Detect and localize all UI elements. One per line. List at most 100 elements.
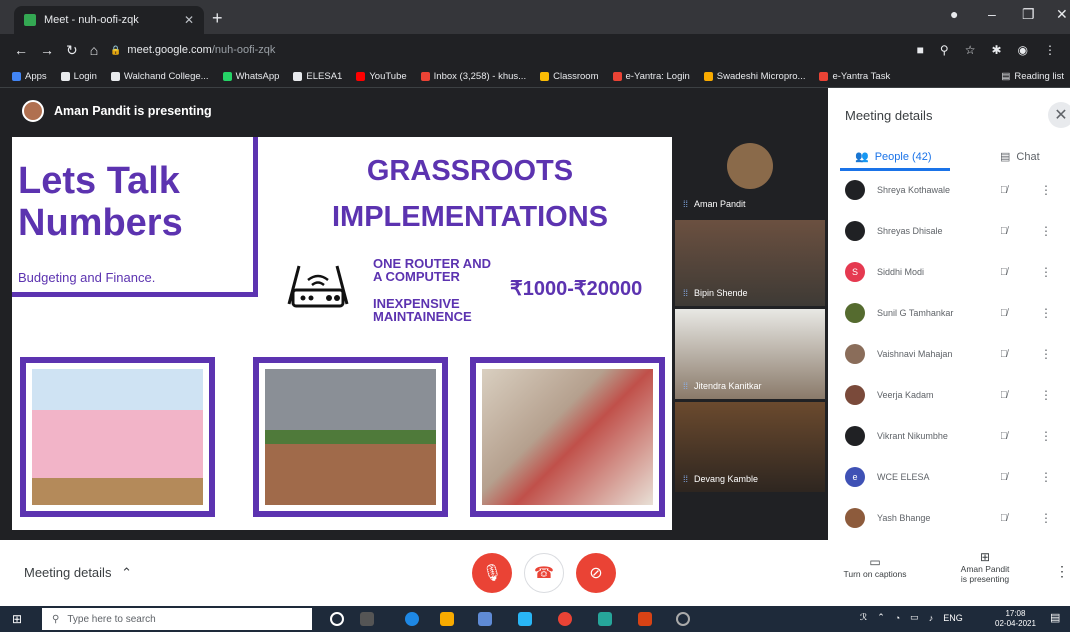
url-field[interactable]: 🔒 meet.google.com/nuh-oofi-zqk bbox=[110, 39, 871, 61]
more-options-icon[interactable]: ⋮ bbox=[1040, 511, 1052, 525]
participant-row[interactable]: Veerja Kadam 🎙̸ ⋮ bbox=[845, 380, 1055, 410]
chrome-icon[interactable] bbox=[558, 612, 572, 626]
notifications-icon[interactable]: ▤ bbox=[1050, 611, 1060, 624]
tab-chat[interactable]: ▤ Chat bbox=[1000, 150, 1040, 164]
battery-icon[interactable]: ▭ bbox=[910, 612, 919, 623]
more-options-icon[interactable]: ⋮ bbox=[1040, 470, 1052, 484]
participant-row[interactable]: Sunil G Tamhankar 🎙̸ ⋮ bbox=[845, 298, 1055, 328]
camera-icon[interactable]: ■ bbox=[917, 43, 924, 57]
more-options-icon[interactable]: ⋮ bbox=[1040, 183, 1052, 197]
meeting-details-toggle[interactable]: Meeting details ⌃ bbox=[24, 565, 132, 581]
volume-icon[interactable]: ♪ bbox=[929, 613, 934, 623]
settings-icon[interactable] bbox=[676, 612, 690, 626]
leave-call-button[interactable]: ☎ bbox=[524, 553, 564, 593]
bookmark-item[interactable]: Classroom bbox=[540, 71, 599, 82]
mail-icon[interactable] bbox=[518, 612, 532, 626]
close-window-icon[interactable]: ✕ bbox=[1056, 6, 1068, 23]
participant-row[interactable]: Yash Bhange 🎙̸ ⋮ bbox=[845, 503, 1055, 533]
star-icon[interactable]: ☆ bbox=[965, 43, 976, 57]
more-options-icon[interactable]: ⋮ bbox=[1040, 306, 1052, 320]
mic-toggle-button[interactable]: 🎙 bbox=[472, 553, 512, 593]
language-indicator[interactable]: ENG bbox=[943, 613, 963, 623]
avatar-icon[interactable]: ◉ bbox=[1018, 43, 1028, 57]
participant-row[interactable]: S Siddhi Modi 🎙̸ ⋮ bbox=[845, 257, 1055, 287]
tab-title: Meet - nuh-oofi-zqk bbox=[44, 14, 139, 26]
captions-button[interactable]: ▭ Turn on captions bbox=[835, 555, 915, 579]
more-options-icon[interactable]: ⋮ bbox=[1040, 388, 1052, 402]
new-tab-button[interactable]: + bbox=[212, 8, 223, 29]
tab-people[interactable]: 👥 People (42) bbox=[855, 150, 932, 164]
tab-people-label: People (42) bbox=[874, 150, 932, 163]
url-host: meet.google.com bbox=[127, 44, 212, 56]
windows-start-icon[interactable]: ⊞ bbox=[12, 612, 22, 626]
system-tray: ℛ ⌃ ◔ ▭ ♪ ENG bbox=[860, 612, 963, 623]
close-panel-icon[interactable]: ✕ bbox=[1048, 102, 1070, 128]
bookmark-item[interactable]: e-Yantra Task bbox=[819, 71, 890, 82]
edge-icon[interactable] bbox=[405, 612, 419, 626]
bookmark-item[interactable]: ELESA1 bbox=[293, 71, 342, 82]
camera-toggle-button[interactable]: ⊘ bbox=[576, 553, 616, 593]
tile-label: ⁞⁞ Aman Pandit bbox=[683, 199, 746, 209]
participant-avatar bbox=[845, 180, 865, 200]
tab-chat-label: Chat bbox=[1016, 150, 1040, 163]
task-view-icon[interactable] bbox=[360, 612, 374, 626]
participant-name: Veerja Kadam bbox=[877, 390, 934, 400]
profile-icon[interactable]: ● bbox=[950, 6, 958, 22]
back-icon[interactable]: ← bbox=[14, 42, 28, 58]
zoom-icon[interactable]: ⚲ bbox=[940, 43, 949, 57]
video-tile-3[interactable]: ⁞⁞ Jitendra Kanitkar bbox=[675, 309, 825, 399]
cortana-icon[interactable] bbox=[330, 612, 344, 626]
more-options-icon[interactable]: ⋮ bbox=[1040, 429, 1052, 443]
toolbar-icons: ■ ⚲ ☆ ✱ ◉ ⋮ bbox=[917, 43, 1070, 57]
network-icon[interactable]: ◔ bbox=[895, 613, 900, 623]
app-icon[interactable] bbox=[598, 612, 612, 626]
participant-row[interactable]: Shreya Kothawale 🎙̸ ⋮ bbox=[845, 175, 1055, 205]
present-now-button[interactable]: ⊞ Aman Pandit is presenting bbox=[950, 550, 1020, 584]
forward-icon[interactable]: → bbox=[40, 42, 54, 58]
participant-row[interactable]: Vaishnavi Mahajan 🎙̸ ⋮ bbox=[845, 339, 1055, 369]
reload-icon[interactable]: ↻ bbox=[66, 42, 78, 59]
bookmark-item[interactable]: Apps bbox=[12, 71, 47, 82]
slide-left-title: Lets Talk Numbers bbox=[18, 160, 183, 244]
more-options-icon[interactable]: ⋮ bbox=[1040, 347, 1052, 361]
slide-photo-field bbox=[253, 357, 448, 517]
panel-title: Meeting details bbox=[845, 108, 933, 123]
bookmark-item[interactable]: Inbox (3,258) - khus... bbox=[420, 71, 526, 82]
reading-list-label: Reading list bbox=[1014, 71, 1064, 82]
bookmark-item[interactable]: Walchand College... bbox=[110, 71, 209, 82]
url-path: /nuh-oofi-zqk bbox=[211, 44, 276, 56]
reading-list-button[interactable]: ▤ Reading list bbox=[1001, 71, 1070, 82]
participant-name: Shreyas Dhisale bbox=[877, 226, 943, 236]
powerpoint-icon[interactable] bbox=[638, 612, 652, 626]
more-options-icon[interactable]: ⋮ bbox=[1040, 224, 1052, 238]
more-options-icon[interactable]: ⋮ bbox=[1055, 563, 1069, 580]
extensions-icon[interactable]: ✱ bbox=[991, 43, 1001, 57]
bookmark-item[interactable]: Swadeshi Micropro... bbox=[703, 71, 805, 82]
file-explorer-icon[interactable] bbox=[440, 612, 454, 626]
taskbar-search[interactable]: ⚲ Type here to search bbox=[42, 608, 312, 630]
bookmark-favicon-icon bbox=[703, 72, 713, 81]
menu-icon[interactable]: ⋮ bbox=[1044, 43, 1056, 57]
more-options-icon[interactable]: ⋮ bbox=[1040, 265, 1052, 279]
store-icon[interactable] bbox=[478, 612, 492, 626]
participant-row[interactable]: e WCE ELESA 🎙̸ ⋮ bbox=[845, 462, 1055, 492]
taskbar-clock[interactable]: 17:08 02-04-2021 bbox=[995, 609, 1036, 629]
participant-row[interactable]: Vikrant Nikumbhe 🎙̸ ⋮ bbox=[845, 421, 1055, 451]
bookmark-item[interactable]: Login bbox=[60, 71, 97, 82]
browser-tab[interactable]: Meet - nuh-oofi-zqk ✕ bbox=[14, 6, 204, 34]
video-tile-4[interactable]: ⁞⁞ Devang Kamble bbox=[675, 402, 825, 492]
close-tab-icon[interactable]: ✕ bbox=[184, 13, 194, 27]
bookmark-item[interactable]: WhatsApp bbox=[222, 71, 279, 82]
slide-price: ₹1000-₹20000 bbox=[510, 278, 643, 300]
bookmark-item[interactable]: e-Yantra: Login bbox=[612, 71, 690, 82]
bookmark-item[interactable]: YouTube bbox=[356, 71, 407, 82]
video-tile-1[interactable]: ⁞⁞ Aman Pandit bbox=[675, 137, 825, 217]
person-icon[interactable]: ℛ bbox=[860, 612, 867, 623]
chevron-up-icon[interactable]: ⌃ bbox=[877, 612, 885, 623]
restore-icon[interactable]: ❐ bbox=[1022, 6, 1035, 23]
home-icon[interactable]: ⌂ bbox=[90, 42, 98, 58]
minimize-icon[interactable]: – bbox=[988, 6, 996, 22]
video-tile-2[interactable]: ⁞⁞ Bipin Shende bbox=[675, 220, 825, 306]
participant-row[interactable]: Shreyas Dhisale 🎙̸ ⋮ bbox=[845, 216, 1055, 246]
participant-name: Sunil G Tamhankar bbox=[877, 308, 954, 318]
